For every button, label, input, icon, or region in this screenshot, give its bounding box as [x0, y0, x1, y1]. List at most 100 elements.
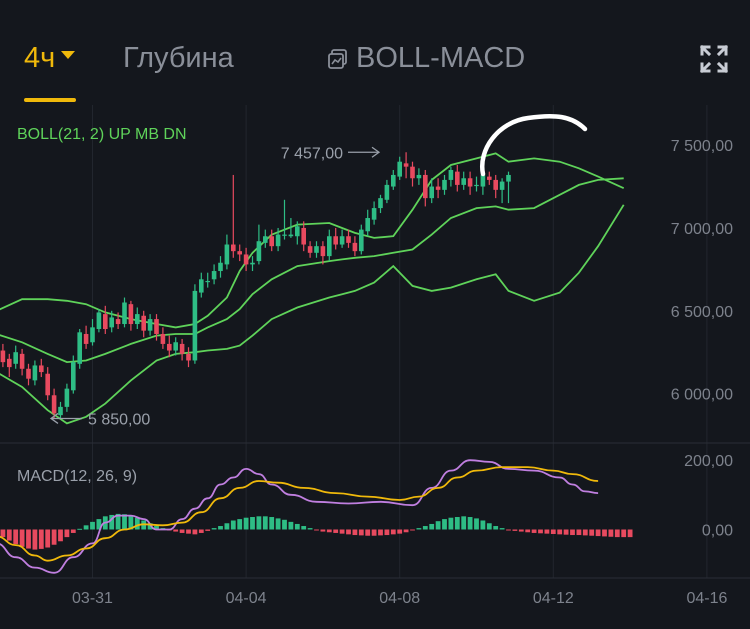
- tab-indicator[interactable]: BOLL-MACD: [328, 42, 525, 75]
- macd-histogram-bar: [608, 529, 614, 537]
- macd-histogram-bar: [0, 529, 6, 538]
- candle-body: [141, 315, 146, 331]
- macd-histogram-bar: [179, 529, 185, 533]
- macd-histogram-bar: [550, 529, 556, 534]
- candle-body: [109, 317, 114, 328]
- macd-histogram-bar: [499, 528, 505, 530]
- macd-histogram-bar: [454, 517, 460, 530]
- time-tick-label: 04-08: [379, 590, 420, 607]
- candle-body: [416, 174, 422, 179]
- macd-histogram-bar: [627, 529, 633, 538]
- boll-lower-line: [0, 204, 625, 425]
- candle-body: [295, 226, 300, 237]
- candle-body: [359, 229, 364, 252]
- candle-body: [237, 251, 242, 255]
- macd-histogram-bar: [77, 528, 83, 530]
- candle-body: [173, 342, 178, 351]
- candle-body: [352, 242, 358, 252]
- candle-body: [423, 174, 428, 199]
- candle-body: [269, 236, 274, 247]
- macd-histogram-bar: [13, 529, 19, 545]
- candle-body: [397, 161, 402, 177]
- macd-histogram-bar: [352, 529, 358, 536]
- candle-body: [474, 184, 479, 187]
- candle-body: [39, 365, 44, 373]
- price-tick-label: 7 500,00: [671, 138, 733, 155]
- candle-body: [506, 174, 511, 182]
- macd-histogram-bar: [275, 518, 281, 530]
- candle-body: [122, 302, 127, 325]
- macd-histogram-bar: [230, 520, 236, 530]
- candle-body: [45, 373, 50, 396]
- candle-body: [115, 319, 121, 325]
- timeframe-tabbar: 4ч Глубина BOLL-MACD: [0, 0, 750, 105]
- indicator-icon: [328, 48, 347, 69]
- macd-histogram-bar: [198, 529, 204, 533]
- macd-histogram-bar: [6, 529, 12, 541]
- tab-interval[interactable]: 4ч: [24, 42, 76, 75]
- candle-body: [199, 279, 204, 293]
- macd-histogram-bar: [403, 529, 409, 533]
- macd-histogram-bar: [333, 529, 339, 533]
- macd-histogram-bar: [256, 516, 262, 530]
- macd-histogram-bar: [416, 528, 422, 530]
- time-tick-label: 04-12: [533, 590, 574, 607]
- macd-histogram-bar: [64, 529, 70, 538]
- price-tick-label: 6 000,00: [671, 387, 733, 404]
- candlesticks: [0, 152, 511, 419]
- macd-histogram-bar: [614, 529, 620, 538]
- candle-body: [167, 343, 172, 351]
- macd-histogram-bar: [602, 529, 607, 537]
- macd-histogram-bar: [45, 529, 51, 548]
- fullscreen-icon[interactable]: [700, 45, 728, 73]
- candle-body: [231, 244, 236, 252]
- candle-body: [410, 166, 415, 179]
- tab-interval-label: 4ч: [24, 42, 56, 74]
- macd-histogram-bar: [307, 528, 313, 530]
- candle-body: [429, 186, 434, 199]
- macd-histogram-bar: [122, 514, 127, 530]
- time-tick-label: 03-31: [72, 590, 113, 607]
- macd-histogram-bar: [90, 521, 95, 530]
- macd-histogram-bar: [173, 529, 179, 532]
- price-chart[interactable]: 7 500,00 7 000,00 6 500,00 6 000,00 7 457,0…: [0, 105, 750, 629]
- macd-histogram-bar: [589, 529, 595, 536]
- macd-histogram-bar: [506, 529, 511, 531]
- candle-body: [301, 227, 306, 245]
- candle-body: [327, 236, 332, 257]
- candle-body: [51, 395, 57, 414]
- candle-body: [391, 174, 396, 187]
- tab-depth[interactable]: Глубина: [123, 42, 234, 75]
- active-tab-underline: [24, 98, 76, 102]
- tab-indicator-label: BOLL-MACD: [356, 42, 526, 74]
- macd-histogram-bar: [224, 523, 230, 530]
- macd-histogram-bar: [250, 517, 255, 530]
- candle-body: [90, 327, 95, 343]
- macd-histogram-bar: [493, 526, 499, 530]
- candle-body: [205, 280, 210, 283]
- macd-histogram-bar: [326, 529, 332, 533]
- macd-histogram-bar: [19, 529, 25, 547]
- time-axis: 03-31 04-04 04-08 04-12 04-16: [72, 590, 727, 607]
- candle-body: [83, 333, 89, 344]
- candle-body: [26, 368, 31, 379]
- macd-histogram-bar: [301, 526, 307, 530]
- price-annotations: 7 457,00 5 850,00: [49, 145, 381, 428]
- macd-histogram-bar: [211, 528, 217, 530]
- candle-body: [250, 262, 255, 265]
- candle-body: [275, 234, 281, 247]
- macd-histogram-bar: [346, 529, 351, 535]
- high-price-label: 7 457,00: [281, 145, 343, 162]
- candle-body: [442, 179, 447, 190]
- candle-body: [19, 353, 25, 369]
- candle-body: [77, 332, 82, 364]
- candle-body: [7, 358, 12, 368]
- macd-histogram-bar: [320, 529, 326, 532]
- candle-body: [32, 365, 38, 381]
- boll-upper-line: [0, 152, 625, 329]
- macd-histogram-bar: [621, 529, 627, 538]
- candle-body: [499, 181, 505, 190]
- price-axis: 7 500,00 7 000,00 6 500,00 6 000,00: [671, 138, 733, 403]
- candle-body: [147, 319, 153, 331]
- caret-down-icon: [61, 51, 76, 60]
